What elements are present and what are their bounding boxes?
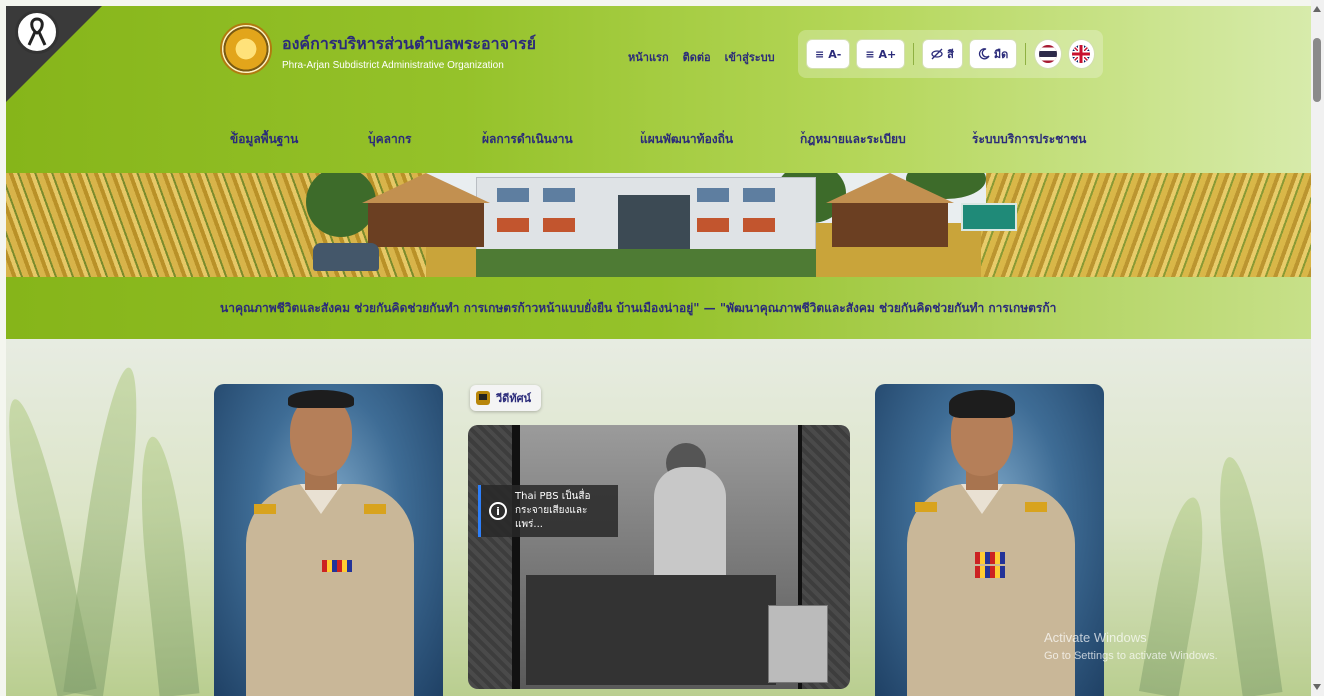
chevron-down-icon: ˅	[800, 130, 806, 144]
uk-flag-icon[interactable]	[1067, 39, 1095, 69]
top-links: หน้าแรก ติดต่อ เข้าสู่ระบบ	[628, 48, 775, 66]
text-size-icon: ≡	[865, 47, 875, 61]
toolbar-divider	[1025, 43, 1027, 65]
black-ribbon-icon	[15, 10, 59, 54]
org-name-en: Phra-Arjan Subdistrict Administrative Or…	[282, 60, 504, 71]
chevron-down-icon: ˅	[368, 130, 374, 144]
marquee-text[interactable]: นาคุณภาพชีวิตและสังคม ช่วยกันคิดช่วยกันท…	[220, 299, 1056, 318]
scroll-up-arrow-icon[interactable]	[1313, 6, 1321, 12]
dark-mode-button[interactable]: มืด	[968, 39, 1018, 69]
info-icon[interactable]: i	[489, 502, 507, 520]
page-scrollbar[interactable]	[1311, 0, 1324, 696]
org-logo[interactable]	[220, 23, 272, 75]
link-login[interactable]: เข้าสู่ระบบ	[725, 48, 775, 66]
scroll-down-arrow-icon[interactable]	[1313, 684, 1321, 690]
org-name-th[interactable]: องค์การบริหารส่วนตำบลพระอาจารย์	[282, 32, 536, 57]
video-player[interactable]: i Thai PBS เป็นสื่อ กระจายเสียงและแพร่..…	[468, 425, 850, 689]
main-navigation: ข้อมูลพื้นฐาน ˅ บุคลากร ˅ ผลการดำเนินงาน…	[230, 130, 1087, 146]
toolbar-divider	[913, 43, 915, 65]
hero-banner-image	[6, 173, 1311, 277]
sign-language-inset	[768, 605, 828, 683]
announcement-marquee: นาคุณภาพชีวิตและสังคม ช่วยกันคิดช่วยกันท…	[6, 277, 1311, 339]
chevron-down-icon: ˅	[230, 130, 236, 144]
tv-icon	[476, 391, 490, 405]
video-title-overlay[interactable]: i Thai PBS เป็นสื่อ กระจายเสียงและแพร่..…	[478, 485, 618, 537]
site-header: องค์การบริหารส่วนตำบลพระอาจารย์ Phra-Arj…	[6, 6, 1311, 173]
color-mode-button[interactable]: สี	[922, 39, 963, 69]
link-contact[interactable]: ติดต่อ	[683, 48, 711, 66]
link-home[interactable]: หน้าแรก	[628, 48, 669, 66]
executive-portrait-left[interactable]	[214, 384, 443, 696]
accessibility-toolbar: ≡ A- ≡ A+ สี มืด	[798, 30, 1103, 78]
thai-flag-icon[interactable]	[1034, 39, 1062, 69]
video-section-tag: วีดีทัศน์	[470, 385, 542, 411]
chevron-down-icon: ˅	[640, 130, 646, 144]
content-section: วีดีทัศน์ i Thai PBS เป็นสื่อ กระจายเสีย…	[6, 339, 1311, 696]
moon-icon	[978, 48, 990, 60]
eye-slash-icon	[931, 48, 943, 60]
activate-windows-watermark: Activate Windows Go to Settings to activ…	[1044, 630, 1218, 662]
text-size-icon: ≡	[815, 47, 825, 61]
scrollbar-thumb[interactable]	[1313, 38, 1321, 102]
font-increase-button[interactable]: ≡ A+	[856, 39, 906, 69]
chevron-down-icon: ˅	[972, 130, 978, 144]
chevron-down-icon: ˅	[482, 130, 488, 144]
font-decrease-button[interactable]: ≡ A-	[806, 39, 851, 69]
